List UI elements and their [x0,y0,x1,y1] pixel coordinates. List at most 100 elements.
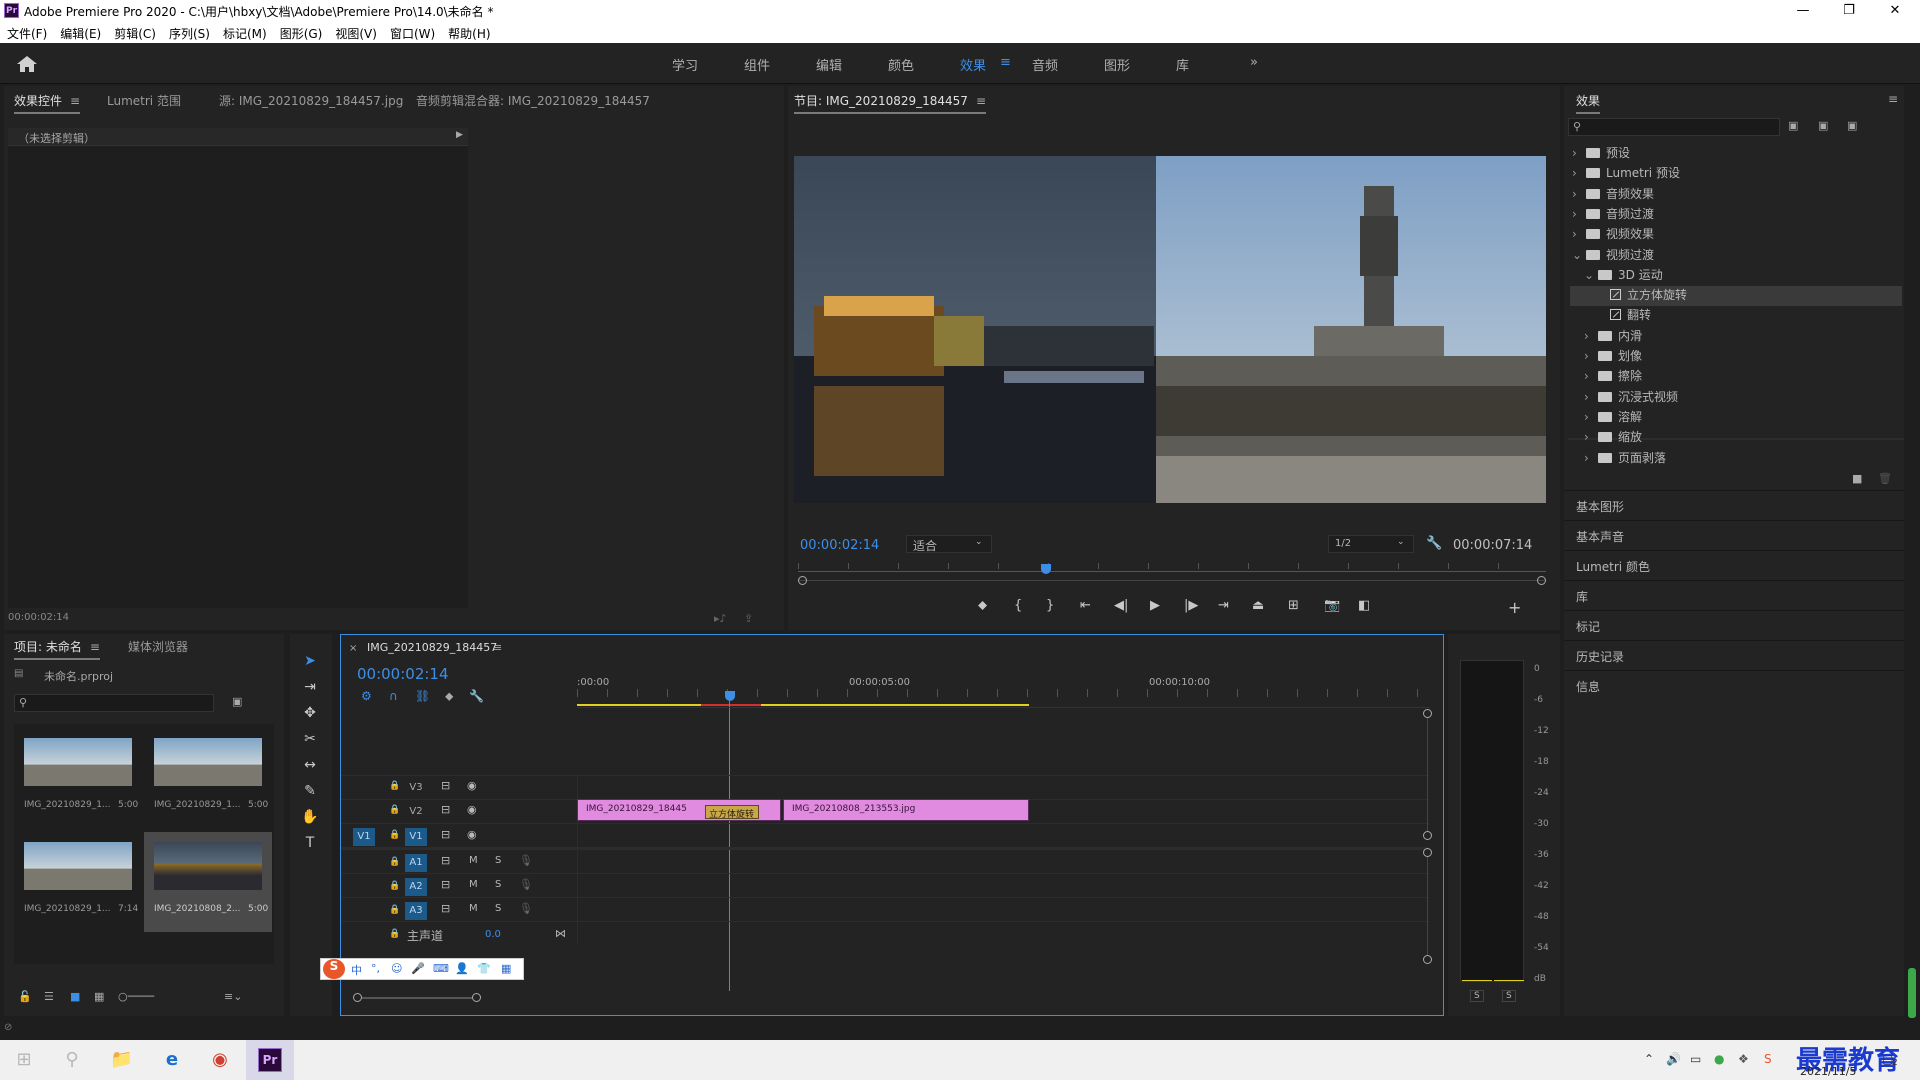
edge-browser-icon[interactable]: e [158,1046,186,1074]
scroll-handle[interactable] [1423,709,1432,718]
accelerated-effects-icon[interactable]: ▣ [1788,119,1798,132]
ime-keyboard-icon[interactable]: ⌨ [433,962,449,975]
go-to-in-icon[interactable]: ⇤ [1080,598,1091,613]
toggle-sync-icon[interactable]: ⊟ [441,803,450,816]
lock-icon[interactable]: 🔒 [389,781,400,791]
mark-out-icon[interactable]: } [1046,598,1054,613]
menu-window[interactable]: 窗口(W) [383,22,441,42]
menu-markers[interactable]: 标记(M) [216,22,273,42]
panel-menu-icon[interactable]: ≡ [493,641,502,654]
hscroll-handle-left[interactable] [353,993,362,1002]
effects-folder[interactable]: ⌄ 3D 运动 [1584,266,1663,286]
menu-file[interactable]: 文件(F) [0,22,53,42]
go-to-out-icon[interactable]: ⇥ [1218,598,1229,613]
program-video-frame[interactable] [794,156,1546,503]
section-history[interactable]: 历史记录 [1564,640,1904,670]
chevron-right-icon[interactable]: › [1572,166,1584,180]
lock-icon[interactable]: 🔒 [389,881,400,891]
zoom-handle-right[interactable] [1537,576,1546,585]
lock-icon[interactable]: 🔒 [389,905,400,915]
effect-item[interactable]: 翻转 [1596,306,1651,326]
toggle-sync-icon[interactable]: ⊟ [441,902,450,915]
workspace-tab-editing[interactable]: 编辑 [816,55,842,74]
track-label-a1[interactable]: A1 [405,854,427,872]
effects-folder[interactable]: ⌄ 视频过渡 [1572,246,1654,266]
sort-icon[interactable]: ≡⌄ [224,990,242,1003]
workspace-tab-graphics[interactable]: 图形 [1104,55,1130,74]
toggle-sync-icon[interactable]: ⊟ [441,779,450,792]
effects-folder[interactable]: › 预设 [1572,144,1630,164]
snap-icon[interactable]: ∩ [389,689,398,703]
track-label-v2[interactable]: V2 [405,803,427,821]
effect-item[interactable]: 立方体旋转 [1570,286,1902,307]
eye-icon[interactable]: ◉ [467,803,477,816]
media-thumbnail[interactable] [24,842,132,890]
freeform-view-icon[interactable]: ▦ [94,990,104,1003]
nest-sequence-icon[interactable]: ⚙ [361,689,372,703]
slip-tool-icon[interactable]: ↔ [299,754,321,776]
media-thumbnail[interactable] [154,842,262,890]
workspace-tab-color[interactable]: 颜色 [888,55,914,74]
razor-tool-icon[interactable]: ✂ [299,728,321,750]
zoom-slider[interactable]: ○──── [118,990,154,1003]
premiere-taskbar-button[interactable]: Pr [246,1040,294,1080]
tray-chevron-icon[interactable]: ⌃ [1644,1052,1654,1066]
sequence-tab[interactable]: IMG_20210829_184457 [367,641,497,654]
tray-app-icon[interactable]: ● [1714,1052,1724,1066]
program-time-ruler[interactable] [798,563,1546,577]
zoom-handle-left[interactable] [798,576,807,585]
effects-folder[interactable]: › 沉浸式视频 [1584,388,1678,408]
icon-view-icon[interactable]: ■ [70,990,80,1003]
ime-punctuation[interactable]: °, [371,962,380,975]
section-essential-graphics[interactable]: 基本图形 [1564,490,1904,520]
maximize-button[interactable]: ❐ [1826,0,1872,22]
yuv-effects-icon[interactable]: ▣ [1847,119,1857,132]
menu-edit[interactable]: 编辑(E) [53,22,107,42]
effects-folder[interactable]: › 页面剥落 [1584,449,1666,469]
play-arrow-icon[interactable]: ▶ [456,130,463,140]
chevron-right-icon[interactable]: › [1584,349,1596,363]
play-icon[interactable]: ▶ [1150,598,1160,613]
chevron-right-icon[interactable]: › [1572,146,1584,160]
menu-help[interactable]: 帮助(H) [441,22,496,42]
effects-folder[interactable]: › 音频效果 [1572,185,1654,205]
close-icon[interactable]: × [349,643,357,654]
ime-toolbox-icon[interactable]: ▦ [501,962,511,975]
ime-emoji-icon[interactable]: ☺ [391,962,402,975]
toggle-sync-icon[interactable]: ⊟ [441,878,450,891]
source-patch-v1[interactable]: V1 [353,828,375,846]
chevron-down-icon[interactable]: ⌄ [1572,248,1584,262]
eye-icon[interactable]: ◉ [467,828,477,841]
section-libraries[interactable]: 库 [1564,580,1904,610]
chevron-right-icon[interactable]: › [1584,410,1596,424]
export-icon[interactable]: ⇪ [744,612,753,625]
chevron-right-icon[interactable]: › [1584,390,1596,404]
pen-tool-icon[interactable]: ✎ [299,780,321,802]
menu-graphics[interactable]: 图形(G) [273,22,329,42]
tab-lumetri-scopes[interactable]: Lumetri 范围 [107,92,181,109]
sogou-tray-icon[interactable]: S [1764,1052,1772,1066]
add-marker-icon[interactable]: ⬥ [978,598,987,613]
solo-right-button[interactable]: S [1502,990,1516,1002]
track-label-a3[interactable]: A3 [405,902,427,920]
close-button[interactable]: ✕ [1872,0,1918,22]
media-thumbnail[interactable] [24,738,132,786]
media-thumbnail[interactable] [154,738,262,786]
tray-app-icon[interactable]: ❖ [1738,1052,1749,1066]
chevron-right-icon[interactable]: › [1584,329,1596,343]
lock-icon[interactable]: 🔓 [18,990,32,1003]
effects-folder[interactable]: › 溶解 [1584,408,1642,428]
network-icon[interactable]: ▭ [1690,1052,1701,1066]
solo-button[interactable]: S [495,903,501,914]
timeline-timecode[interactable]: 00:00:02:14 [357,665,449,683]
transition-block[interactable]: 立方体旋转 [705,805,759,819]
linked-selection-icon[interactable]: ⛓ [415,689,430,703]
lift-icon[interactable]: ⏏ [1252,598,1264,613]
chevron-right-icon[interactable]: › [1572,187,1584,201]
toggle-sync-icon[interactable]: ⊟ [441,828,450,841]
panel-menu-icon[interactable]: ≡ [1888,92,1898,106]
lock-icon[interactable]: 🔒 [389,805,400,815]
list-view-icon[interactable]: ☰ [44,990,54,1003]
minimize-button[interactable]: — [1780,0,1826,22]
effects-folder[interactable]: › 音频过渡 [1572,205,1654,225]
